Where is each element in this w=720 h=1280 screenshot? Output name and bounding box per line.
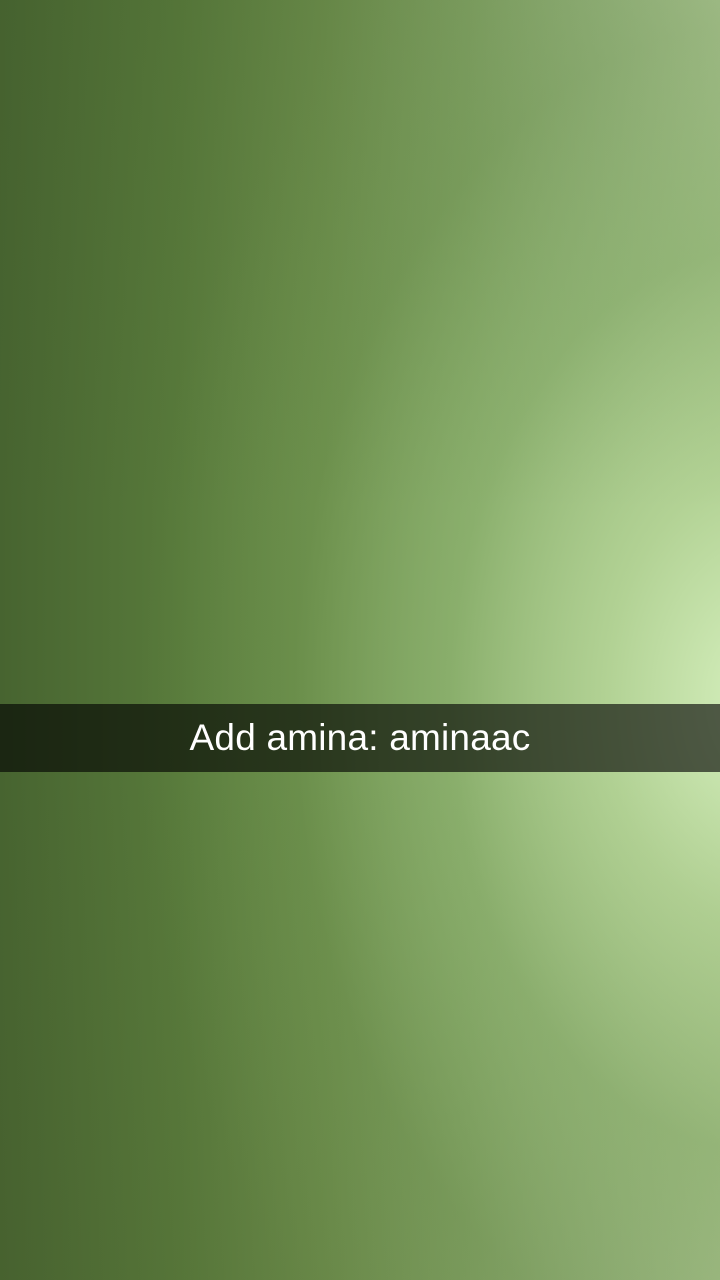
snap-photo-background [0, 0, 720, 1280]
caption-text: Add amina: aminaac [189, 717, 531, 758]
caption-bar: Add amina: aminaac [0, 704, 720, 772]
